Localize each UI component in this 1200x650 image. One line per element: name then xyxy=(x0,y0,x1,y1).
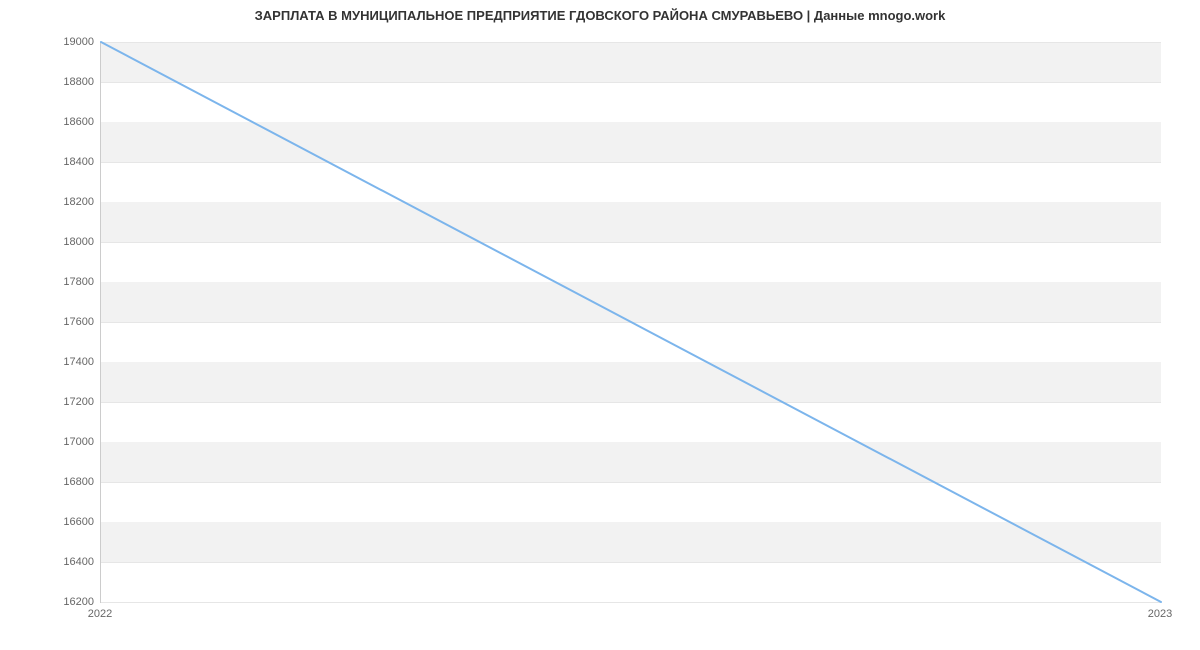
y-tick-label: 17000 xyxy=(14,436,94,448)
data-line xyxy=(101,42,1161,602)
y-gridline xyxy=(101,602,1161,603)
x-tick-label: 2022 xyxy=(88,608,112,620)
chart-container: ЗАРПЛАТА В МУНИЦИПАЛЬНОЕ ПРЕДПРИЯТИЕ ГДО… xyxy=(0,0,1200,650)
y-tick-label: 19000 xyxy=(14,36,94,48)
y-tick-label: 17400 xyxy=(14,356,94,368)
y-tick-label: 16600 xyxy=(14,516,94,528)
y-tick-label: 18400 xyxy=(14,156,94,168)
y-tick-label: 16200 xyxy=(14,596,94,608)
chart-title: ЗАРПЛАТА В МУНИЦИПАЛЬНОЕ ПРЕДПРИЯТИЕ ГДО… xyxy=(0,8,1200,23)
y-tick-label: 16400 xyxy=(14,556,94,568)
y-tick-label: 17600 xyxy=(14,316,94,328)
line-series xyxy=(101,42,1161,602)
y-tick-label: 18600 xyxy=(14,116,94,128)
y-tick-label: 16800 xyxy=(14,476,94,488)
plot-area xyxy=(100,42,1161,603)
y-tick-label: 18000 xyxy=(14,236,94,248)
y-tick-label: 17200 xyxy=(14,396,94,408)
y-tick-label: 18200 xyxy=(14,196,94,208)
y-tick-label: 17800 xyxy=(14,276,94,288)
x-tick-label: 2023 xyxy=(1148,608,1172,620)
y-tick-label: 18800 xyxy=(14,76,94,88)
